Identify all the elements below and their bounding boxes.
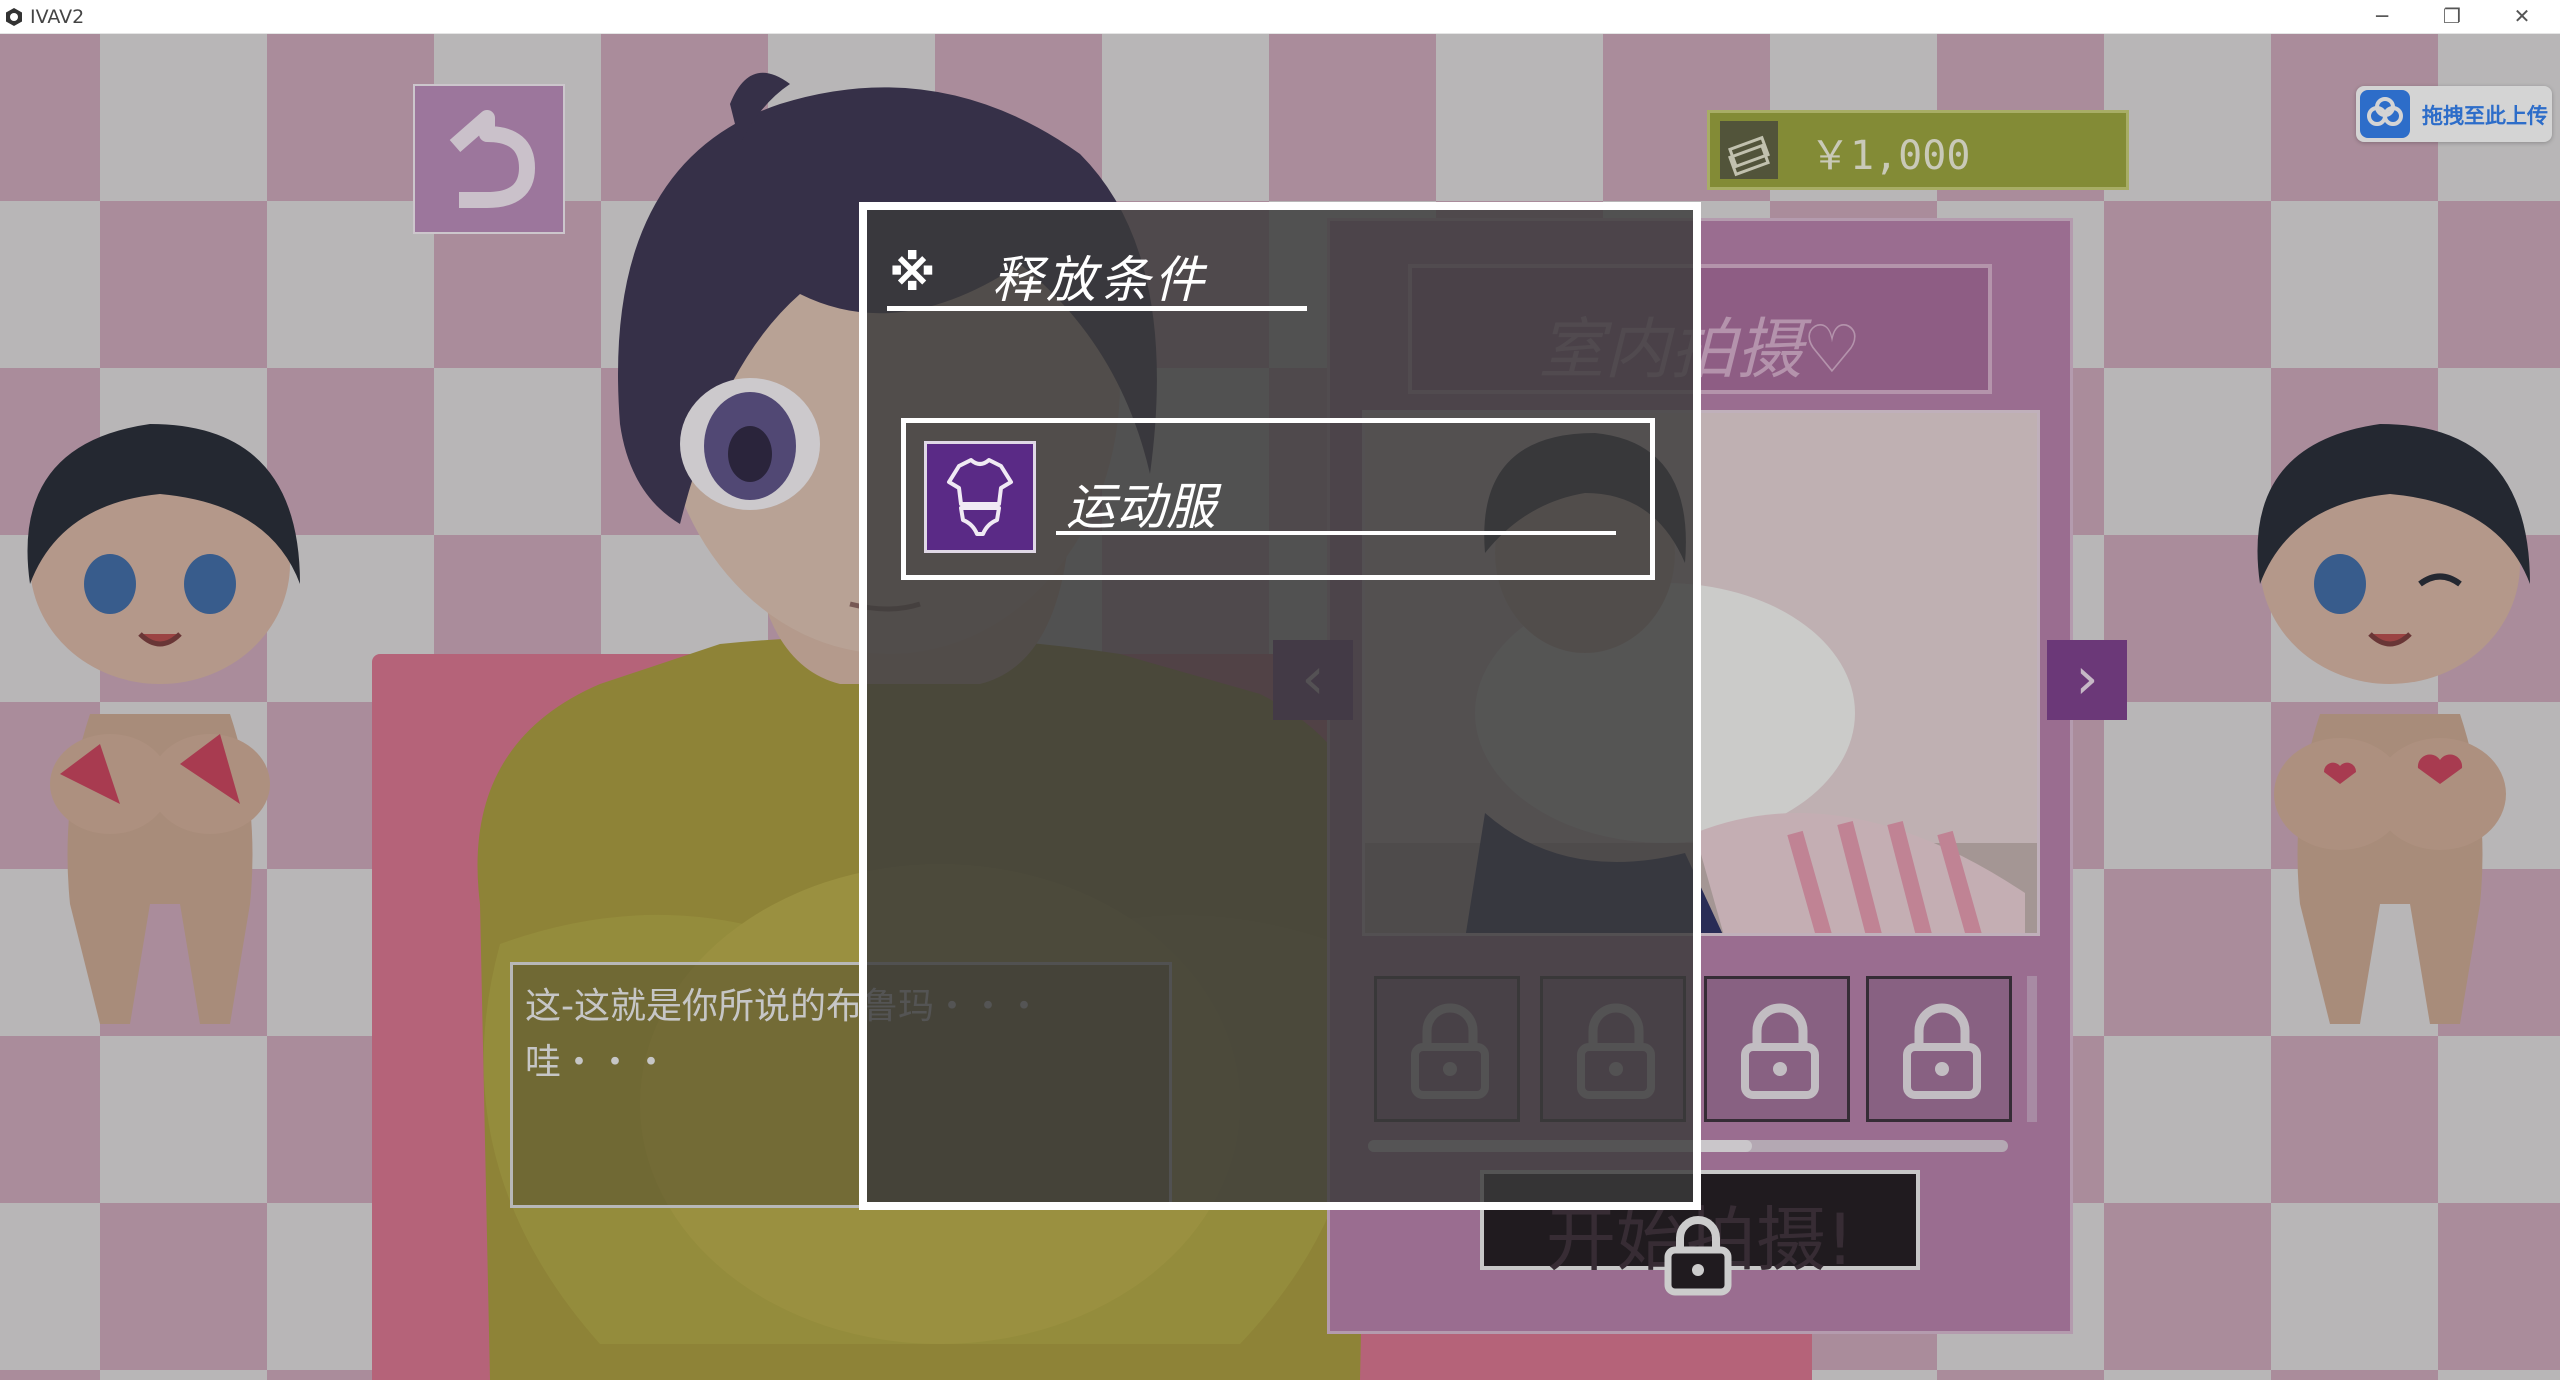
condition-label: 运动服 bbox=[1066, 478, 1216, 536]
window-title: IVAV2 bbox=[30, 6, 85, 28]
minimize-icon[interactable]: ─ bbox=[2352, 0, 2412, 33]
app-icon bbox=[6, 8, 22, 26]
game-stage: 这-这就是你所说的布鲁玛・・・ 哇・・・ ￥1,000 拖拽至此上传 室内拍摄♡ bbox=[0, 34, 2560, 1380]
window-titlebar: IVAV2 ─ ❐ ✕ bbox=[0, 0, 2560, 34]
modal-title-underline bbox=[887, 306, 1307, 311]
modal-title: 释放条件 bbox=[992, 251, 1208, 309]
unlock-conditions-modal: ※ 释放条件 运动服 bbox=[859, 202, 1701, 1210]
modal-title-mark: ※ bbox=[889, 246, 936, 302]
condition-underline bbox=[1056, 531, 1616, 535]
close-icon[interactable]: ✕ bbox=[2492, 0, 2552, 33]
condition-item: 运动服 bbox=[901, 418, 1655, 580]
restore-icon[interactable]: ❐ bbox=[2422, 0, 2482, 33]
gym-uniform-icon bbox=[924, 441, 1036, 553]
